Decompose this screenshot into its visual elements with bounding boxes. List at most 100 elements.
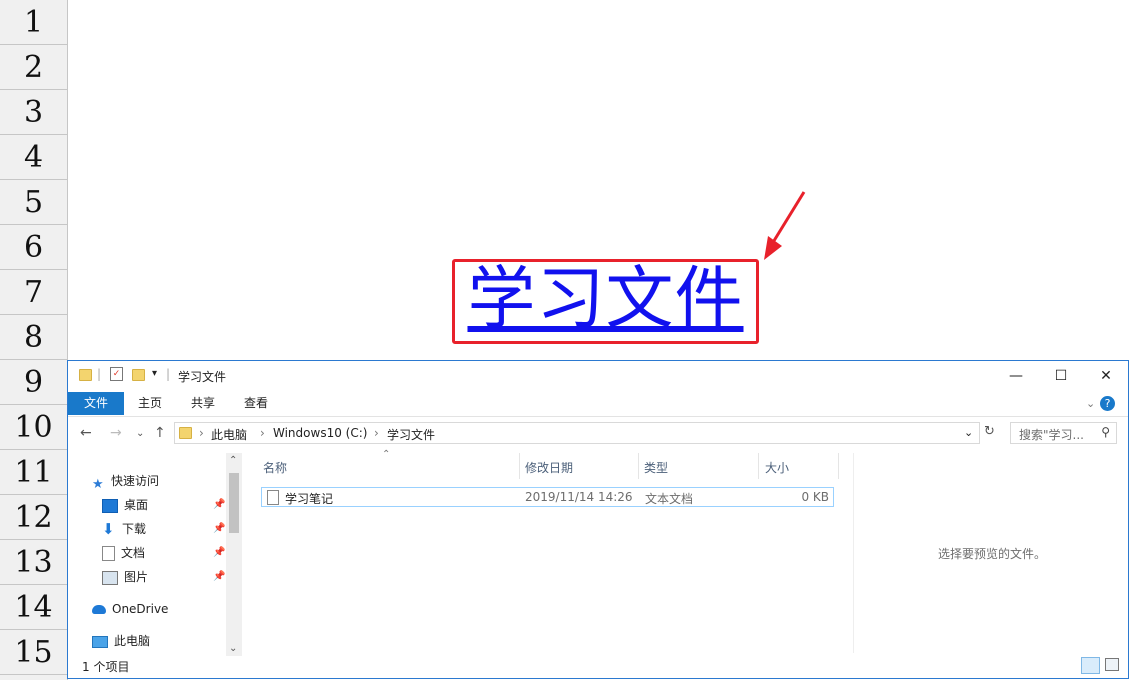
sort-ascending-icon: ⌃ [382,449,391,460]
file-size: 0 KB [801,490,829,504]
nav-onedrive[interactable]: OneDrive [92,599,168,619]
pictures-icon [102,570,118,585]
details-view-icon[interactable] [1081,657,1100,674]
star-icon: ★ [92,476,104,492]
properties-icon[interactable]: ✓ [110,367,123,381]
large-icons-view-icon[interactable] [1105,658,1119,671]
nav-scrollbar[interactable]: ⌃ ⌄ [226,453,242,656]
explorer-window: | ✓ ▾ | 学习文件 — ☐ ✕ 文件 主页 共享 查看 ⌄ ? ← → ⌄… [67,360,1129,679]
new-folder-icon[interactable] [132,369,145,381]
address-input[interactable]: › 此电脑 › Windows10 (C:) › 学习文件 ⌄ [174,422,980,444]
column-type[interactable]: 类型 [644,459,668,476]
row-header[interactable]: 10 [0,405,67,450]
row-header[interactable]: 1 [0,0,67,45]
tab-share[interactable]: 共享 [181,392,225,415]
row-header[interactable]: 9 [0,360,67,405]
file-type: 文本文档 [645,492,694,506]
separator: | [97,367,102,381]
preview-pane: 选择要预览的文件。 [853,453,1124,653]
column-name[interactable]: 名称 [263,459,287,476]
hyperlink-text[interactable]: 学习文件 [455,264,756,336]
maximize-button[interactable]: ☐ [1038,361,1084,391]
nav-label: 文档 [121,546,146,560]
tab-file[interactable]: 文件 [68,392,124,415]
nav-this-pc[interactable]: 此电脑 [92,631,150,651]
nav-downloads[interactable]: ⬇ 下载 [102,519,146,539]
red-arrow-icon [764,191,806,260]
nav-label: 下载 [122,522,147,536]
ribbon-tabs: 文件 主页 共享 查看 ⌄ ? [68,392,1128,417]
back-arrow-icon[interactable]: ← [80,425,92,441]
breadcrumb-separator[interactable]: › [260,426,265,440]
row-header[interactable]: 3 [0,90,67,135]
file-row[interactable]: 学习笔记 2019/11/14 14:26 文本文档 0 KB [261,487,834,507]
forward-arrow-icon[interactable]: → [110,425,122,441]
minimize-button[interactable]: — [993,361,1039,391]
refresh-icon[interactable]: ↻ [984,424,995,439]
tab-view[interactable]: 查看 [234,392,278,415]
nav-label: OneDrive [112,602,169,616]
recent-locations-icon[interactable]: ⌄ [136,428,144,439]
breadcrumb-current-folder[interactable]: 学习文件 [387,426,435,443]
row-header[interactable]: 6 [0,225,67,270]
scroll-thumb[interactable] [229,473,239,533]
close-button[interactable]: ✕ [1083,361,1129,391]
breadcrumb-this-pc[interactable]: 此电脑 [211,426,247,443]
hyperlink-highlight-box: 学习文件 [452,259,759,344]
search-input[interactable]: 搜索"学习... ⚲ [1010,422,1117,444]
tab-home[interactable]: 主页 [128,392,172,415]
customize-quick-access-icon[interactable]: ▾ [152,368,157,379]
nav-desktop[interactable]: 桌面 [102,495,148,515]
column-divider[interactable] [838,453,839,479]
row-header[interactable]: 14 [0,585,67,630]
computer-icon [92,635,108,648]
row-header[interactable]: 2 [0,45,67,90]
row-header[interactable]: 15 [0,630,67,675]
nav-documents[interactable]: 文档 [102,543,145,563]
desktop-icon [102,498,118,513]
document-icon [102,546,115,561]
breadcrumb-separator[interactable]: › [199,426,204,440]
title-bar: | ✓ ▾ | 学习文件 — ☐ ✕ [68,361,1128,391]
pin-icon: 📌 [213,547,226,558]
help-icon[interactable]: ? [1100,396,1115,411]
column-size[interactable]: 大小 [765,459,789,476]
pin-icon: 📌 [213,499,226,510]
file-name: 学习笔记 [285,492,334,506]
row-header[interactable]: 13 [0,540,67,585]
column-divider[interactable] [638,453,639,479]
folder-icon [179,427,192,439]
row-header[interactable]: 12 [0,495,67,540]
nav-pictures[interactable]: 图片 [102,567,148,587]
address-dropdown-icon[interactable]: ⌄ [964,426,973,439]
window-title: 学习文件 [178,370,227,384]
search-icon[interactable]: ⚲ [1101,425,1110,439]
pin-icon: 📌 [213,523,226,534]
row-header-column: 1 2 3 4 5 6 7 8 9 10 11 12 13 14 15 [0,0,68,680]
item-count: 1 个项目 [82,660,130,674]
nav-label: 图片 [124,570,149,584]
file-modified: 2019/11/14 14:26 [525,490,633,504]
nav-quick-access[interactable]: ★ 快速访问 [92,471,160,492]
column-divider[interactable] [758,453,759,479]
row-header[interactable]: 4 [0,135,67,180]
breadcrumb-drive[interactable]: Windows10 (C:) [273,426,367,440]
scroll-up-icon[interactable]: ⌃ [229,455,237,466]
column-divider[interactable] [519,453,520,479]
row-header[interactable]: 8 [0,315,67,360]
breadcrumb-separator[interactable]: › [374,426,379,440]
up-arrow-icon[interactable]: ↑ [154,425,166,441]
search-placeholder: 搜索"学习... [1019,428,1084,442]
row-header[interactable]: 11 [0,450,67,495]
file-list: ⌃ 名称 修改日期 类型 大小 学习笔记 2019/11/14 14:26 文本… [256,449,846,653]
text-file-icon [267,490,279,505]
scroll-down-icon[interactable]: ⌄ [229,643,237,654]
preview-message: 选择要预览的文件。 [938,547,1047,561]
nav-label: 快速访问 [111,474,160,488]
status-bar: 1 个项目 [68,654,1128,678]
navigation-pane: ★ 快速访问 桌面 📌 ⬇ 下载 📌 文档 📌 图片 📌 OneDrive 此电脑 [68,453,244,658]
row-header[interactable]: 5 [0,180,67,225]
column-modified[interactable]: 修改日期 [525,459,573,476]
cloud-icon [92,605,106,614]
row-header[interactable]: 7 [0,270,67,315]
